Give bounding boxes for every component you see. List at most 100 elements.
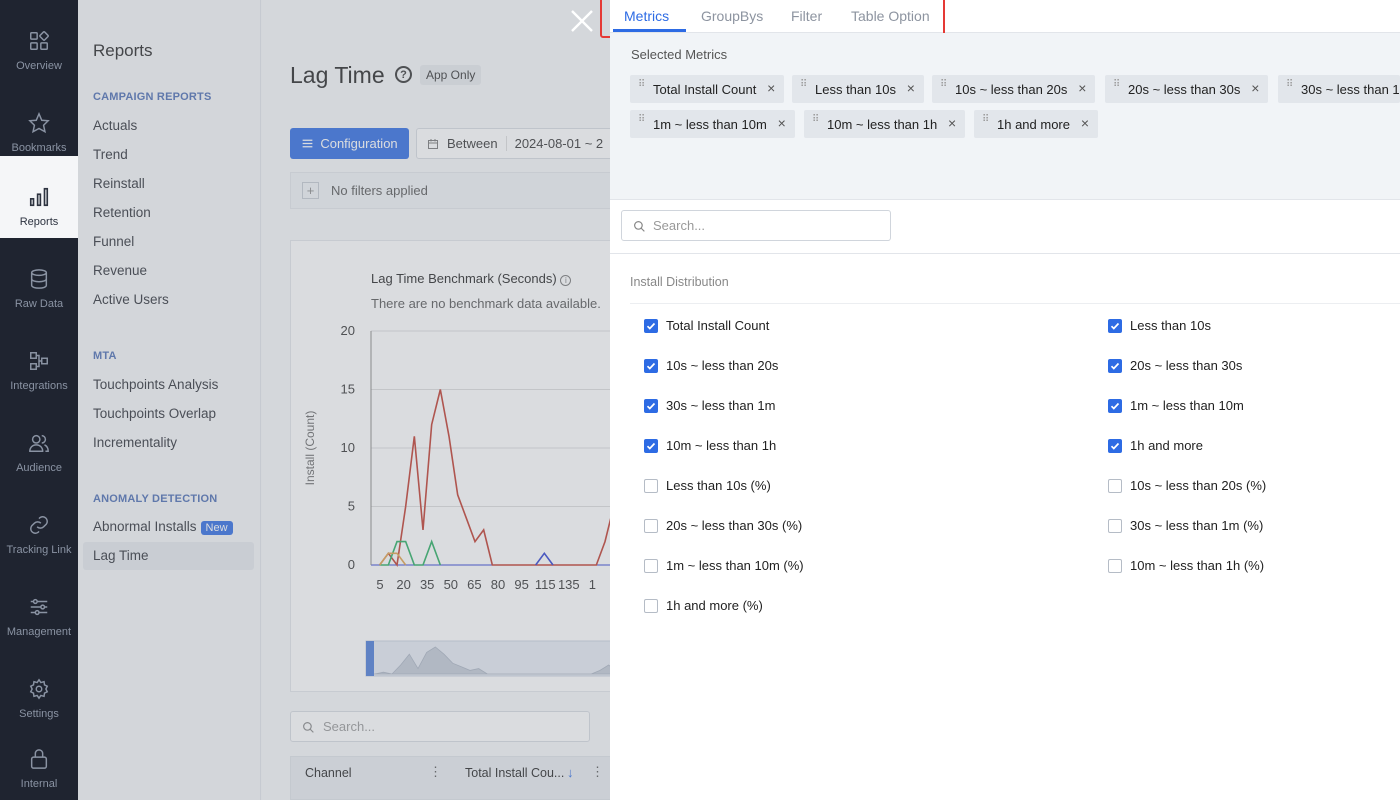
checkbox-checked-icon[interactable] <box>1108 398 1122 413</box>
rail-label: Management <box>6 626 72 638</box>
checkbox-unchecked-icon[interactable] <box>644 598 658 613</box>
checkbox-unchecked-icon[interactable] <box>1108 478 1122 493</box>
drag-handle-icon[interactable]: ⠿ <box>638 115 645 130</box>
remove-icon[interactable]: × <box>1081 115 1089 131</box>
bar-chart-icon <box>29 187 49 207</box>
metric-search-input[interactable]: Search... <box>621 210 891 241</box>
metric-chip[interactable]: ⠿ Total Install Count × <box>630 75 785 103</box>
metric-checkbox[interactable]: 30s ~ less than 1m (%) <box>1108 518 1263 533</box>
lock-icon <box>30 749 48 769</box>
checkbox-unchecked-icon[interactable] <box>1108 518 1122 533</box>
checkbox-checked-icon[interactable] <box>1108 318 1122 333</box>
checkbox-unchecked-icon[interactable] <box>1108 558 1122 573</box>
rail-item-raw-data[interactable]: Raw Data <box>0 238 78 320</box>
rail-item-integrations[interactable]: Integrations <box>0 320 78 402</box>
star-icon <box>28 112 50 134</box>
remove-icon[interactable]: × <box>1251 80 1259 96</box>
metric-checkbox[interactable]: 30s ~ less than 1m <box>644 398 775 413</box>
remove-icon[interactable]: × <box>778 115 786 131</box>
checkbox-unchecked-icon[interactable] <box>644 478 658 493</box>
selected-metrics-area: Selected Metrics ⠿ Total Install Count × ⠿… <box>610 33 1400 200</box>
remove-icon[interactable]: × <box>948 115 956 131</box>
rail-item-reports[interactable]: Reports <box>0 156 78 238</box>
drag-handle-icon[interactable]: ⠿ <box>1286 80 1293 95</box>
chip-label: 10m ~ less than 1h <box>827 116 938 132</box>
metric-chip[interactable]: ⠿ 1m ~ less than 10m × <box>630 110 795 138</box>
chip-label: 1m ~ less than 10m <box>653 116 767 132</box>
rail-item-internal[interactable]: Internal <box>0 718 78 800</box>
left-rail: Overview Bookmarks Reports Raw Data Inte… <box>0 0 78 800</box>
drag-handle-icon[interactable]: ⠿ <box>982 115 989 130</box>
metric-checkbox[interactable]: 20s ~ less than 30s (%) <box>644 518 802 533</box>
metric-checkbox[interactable]: 10m ~ less than 1h <box>644 438 776 453</box>
rail-label: Audience <box>16 462 62 474</box>
metric-checkbox[interactable]: 1h and more <box>1108 438 1203 453</box>
metric-checkbox[interactable]: Total Install Count <box>644 318 769 333</box>
divider <box>630 303 1400 304</box>
rail-item-management[interactable]: Management <box>0 566 78 648</box>
drag-handle-icon[interactable]: ⠿ <box>638 80 645 95</box>
checkbox-checked-icon[interactable] <box>644 398 658 413</box>
drag-handle-icon[interactable]: ⠿ <box>812 115 819 130</box>
chip-label: 20s ~ less than 30s <box>1128 81 1241 97</box>
metric-chip[interactable]: ⠿ 30s ~ less than 1 <box>1278 75 1400 103</box>
remove-icon[interactable]: × <box>907 80 915 96</box>
checkbox-label: 10m ~ less than 1h (%) <box>1130 558 1265 573</box>
metric-checkbox[interactable]: 10s ~ less than 20s <box>644 358 778 373</box>
link-icon <box>30 516 48 534</box>
drag-handle-icon[interactable]: ⠿ <box>940 80 947 95</box>
rail-label: Tracking Link <box>6 544 72 556</box>
modal-backdrop[interactable] <box>78 0 610 800</box>
metric-checkbox[interactable]: 1h and more (%) <box>644 598 763 613</box>
close-icon[interactable] <box>568 7 596 35</box>
chip-label: 1h and more <box>997 116 1070 132</box>
rail-item-overview[interactable]: Overview <box>0 0 78 82</box>
rail-label: Internal <box>20 778 58 790</box>
checkbox-label: 1m ~ less than 10m (%) <box>666 558 804 573</box>
configuration-panel: Metrics GroupBys Filter Table Option Sel… <box>600 0 1400 800</box>
selected-metrics-label: Selected Metrics <box>631 47 728 62</box>
checkbox-unchecked-icon[interactable] <box>644 558 658 573</box>
hierarchy-icon <box>30 352 48 370</box>
database-icon <box>30 269 48 289</box>
metric-chip[interactable]: ⠿ 20s ~ less than 30s × <box>1105 75 1269 103</box>
checkbox-label: 10m ~ less than 1h <box>666 438 777 453</box>
checkbox-label: 30s ~ less than 1m (%) <box>1130 518 1264 533</box>
metric-chip[interactable]: ⠿ 10s ~ less than 20s × <box>932 75 1096 103</box>
checkbox-checked-icon[interactable] <box>644 318 658 333</box>
checkbox-checked-icon[interactable] <box>1108 358 1122 373</box>
users-icon <box>29 434 49 452</box>
checkbox-checked-icon[interactable] <box>644 358 658 373</box>
checkbox-label: Less than 10s (%) <box>666 478 771 493</box>
metric-checkbox[interactable]: 1m ~ less than 10m <box>1108 398 1244 413</box>
metric-chip[interactable]: ⠿ 1h and more × <box>974 110 1098 138</box>
metric-chip[interactable]: ⠿ 10m ~ less than 1h × <box>804 110 966 138</box>
rail-item-tracking-link[interactable]: Tracking Link <box>0 484 78 566</box>
metric-checkbox[interactable]: Less than 10s (%) <box>644 478 771 493</box>
rail-label: Integrations <box>10 380 68 392</box>
drag-handle-icon[interactable]: ⠿ <box>1113 80 1120 95</box>
rail-label: Overview <box>16 60 62 72</box>
rail-label: Raw Data <box>14 298 64 310</box>
metric-checkbox[interactable]: 10s ~ less than 20s (%) <box>1108 478 1266 493</box>
checkbox-label: 1m ~ less than 10m <box>1130 398 1244 413</box>
remove-icon[interactable]: × <box>767 80 775 96</box>
metric-chip[interactable]: ⠿ Less than 10s × <box>792 75 924 103</box>
search-placeholder: Search... <box>653 218 706 233</box>
checkbox-checked-icon[interactable] <box>644 438 658 453</box>
divider <box>610 253 1400 254</box>
checkbox-label: 1h and more <box>1130 438 1203 453</box>
metric-checkbox[interactable]: 10m ~ less than 1h (%) <box>1108 558 1264 573</box>
checkbox-unchecked-icon[interactable] <box>644 518 658 533</box>
remove-icon[interactable]: × <box>1078 80 1086 96</box>
checkbox-checked-icon[interactable] <box>1108 438 1122 453</box>
checkbox-label: Less than 10s <box>1130 318 1211 333</box>
rail-item-audience[interactable]: Audience <box>0 402 78 484</box>
drag-handle-icon[interactable]: ⠿ <box>800 80 807 95</box>
metric-checkbox[interactable]: Less than 10s <box>1108 318 1211 333</box>
metric-checkbox[interactable]: 1m ~ less than 10m (%) <box>644 558 804 573</box>
metric-checkbox[interactable]: 20s ~ less than 30s <box>1108 358 1242 373</box>
rail-item-bookmarks[interactable]: Bookmarks <box>0 82 78 164</box>
search-icon <box>634 221 645 232</box>
checkbox-label: Total Install Count <box>666 318 770 333</box>
